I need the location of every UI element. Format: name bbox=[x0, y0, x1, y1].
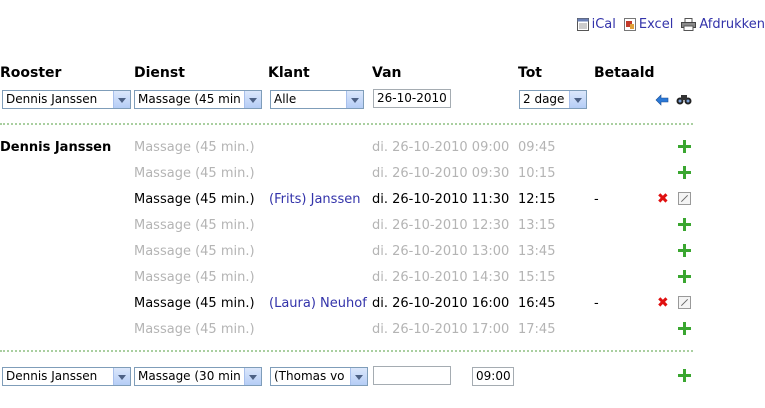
new-rooster-value: Dennis Janssen bbox=[6, 369, 98, 383]
row-klant-link[interactable]: (Laura) Neuhof bbox=[269, 296, 367, 311]
dienst-filter-value: Massage (45 min bbox=[138, 92, 241, 106]
row-van: di. 26-10-2010 17:00 bbox=[372, 322, 510, 337]
row-van: di. 26-10-2010 11:30 bbox=[372, 192, 510, 207]
table-row: Massage (45 min.) (Laura) Neuhof di. 26-… bbox=[0, 296, 700, 322]
row-van: di. 26-10-2010 16:00 bbox=[372, 296, 510, 311]
binoculars-icon[interactable] bbox=[676, 93, 692, 105]
row-dienst: Massage (45 min.) bbox=[134, 244, 255, 259]
table-row: Massage (45 min.) di. 26-10-2010 17:00 1… bbox=[0, 322, 700, 348]
chevron-down-icon bbox=[113, 91, 130, 108]
row-dienst: Massage (45 min.) bbox=[134, 192, 255, 207]
header-betaald: Betaald bbox=[594, 65, 655, 81]
calendar-icon bbox=[576, 17, 589, 31]
print-label: Afdrukken bbox=[699, 16, 765, 32]
dienst-filter-select[interactable]: Massage (45 min bbox=[134, 90, 262, 109]
add-icon[interactable] bbox=[678, 218, 691, 231]
section-divider-bottom bbox=[0, 350, 693, 352]
row-tot: 13:15 bbox=[518, 218, 556, 233]
print-link[interactable]: Afdrukken bbox=[681, 17, 765, 32]
row-van: di. 26-10-2010 12:30 bbox=[372, 218, 510, 233]
rooster-filter-value: Dennis Janssen bbox=[6, 92, 98, 106]
back-arrow-icon[interactable] bbox=[655, 92, 670, 106]
rooster-filter-select[interactable]: Dennis Janssen bbox=[2, 90, 131, 109]
row-dienst: Massage (45 min.) bbox=[134, 166, 255, 181]
add-icon[interactable] bbox=[678, 322, 691, 335]
excel-link[interactable]: Excel bbox=[623, 16, 674, 32]
delete-icon[interactable]: ✖ bbox=[657, 192, 669, 206]
excel-label: Excel bbox=[638, 16, 674, 32]
chevron-down-icon bbox=[244, 91, 261, 108]
tot-filter-select[interactable]: 2 dage bbox=[519, 90, 587, 109]
export-links: iCal Excel Afdrukken bbox=[569, 14, 765, 34]
row-klant-link[interactable]: (Frits) Janssen bbox=[269, 192, 360, 207]
add-icon[interactable] bbox=[678, 166, 691, 179]
row-dienst: Massage (45 min.) bbox=[134, 218, 255, 233]
row-dienst: Massage (45 min.) bbox=[134, 296, 255, 311]
new-van-date-input[interactable] bbox=[373, 366, 451, 385]
row-dienst: Massage (45 min.) bbox=[134, 322, 255, 337]
section-divider-top bbox=[0, 123, 693, 125]
row-van: di. 26-10-2010 13:00 bbox=[372, 244, 510, 259]
chevron-down-icon bbox=[113, 368, 130, 385]
row-tot: 12:15 bbox=[518, 192, 556, 207]
row-betaald: - bbox=[594, 296, 599, 311]
table-row: Massage (45 min.) di. 26-10-2010 12:30 1… bbox=[0, 218, 700, 244]
header-klant: Klant bbox=[268, 65, 310, 81]
header-rooster: Rooster bbox=[0, 65, 62, 81]
tot-filter-value: 2 dage bbox=[523, 92, 565, 106]
row-tot: 16:45 bbox=[518, 296, 556, 311]
chevron-down-icon bbox=[350, 368, 367, 385]
header-van: Van bbox=[372, 65, 402, 81]
table-row: Massage (45 min.) di. 26-10-2010 09:30 1… bbox=[0, 166, 700, 192]
table-row: Massage (45 min.) di. 26-10-2010 14:30 1… bbox=[0, 270, 700, 296]
klant-filter-value: Alle bbox=[274, 92, 297, 106]
chevron-down-icon bbox=[244, 368, 261, 385]
row-tot: 10:15 bbox=[518, 166, 556, 181]
add-icon[interactable] bbox=[678, 244, 691, 257]
table-row: Massage (45 min.) di. 26-10-2010 13:00 1… bbox=[0, 244, 700, 270]
new-dienst-value: Massage (30 min bbox=[138, 369, 241, 383]
add-icon[interactable] bbox=[678, 270, 691, 283]
ical-link[interactable]: iCal bbox=[576, 16, 616, 32]
add-icon[interactable] bbox=[678, 140, 691, 153]
ical-label: iCal bbox=[591, 16, 616, 32]
printer-icon bbox=[681, 17, 697, 31]
row-dienst: Massage (45 min.) bbox=[134, 270, 255, 285]
chevron-down-icon bbox=[346, 91, 363, 108]
new-klant-select[interactable]: (Thomas vo bbox=[270, 367, 368, 386]
edit-icon[interactable] bbox=[678, 296, 691, 309]
van-date-input[interactable]: 26-10-2010 bbox=[373, 89, 451, 108]
table-row: Massage (45 min.) di. 26-10-2010 09:00 0… bbox=[0, 140, 700, 166]
klant-filter-select[interactable]: Alle bbox=[270, 90, 364, 109]
row-tot: 13:45 bbox=[518, 244, 556, 259]
new-tot-time-input[interactable]: 09:00 bbox=[472, 367, 514, 386]
row-dienst: Massage (45 min.) bbox=[134, 140, 255, 155]
header-dienst: Dienst bbox=[134, 65, 185, 81]
new-klant-value: (Thomas vo bbox=[274, 369, 345, 383]
row-van: di. 26-10-2010 09:00 bbox=[372, 140, 510, 155]
row-tot: 17:45 bbox=[518, 322, 556, 337]
new-rooster-select[interactable]: Dennis Janssen bbox=[2, 367, 131, 386]
row-van: di. 26-10-2010 09:30 bbox=[372, 166, 510, 181]
row-van: di. 26-10-2010 14:30 bbox=[372, 270, 510, 285]
new-dienst-select[interactable]: Massage (30 min bbox=[134, 367, 262, 386]
delete-icon[interactable]: ✖ bbox=[657, 296, 669, 310]
edit-icon[interactable] bbox=[678, 192, 691, 205]
row-tot: 15:15 bbox=[518, 270, 556, 285]
row-betaald: - bbox=[594, 192, 599, 207]
chevron-down-icon bbox=[569, 91, 586, 108]
row-tot: 09:45 bbox=[518, 140, 556, 155]
excel-icon bbox=[623, 17, 636, 31]
table-row: Massage (45 min.) (Frits) Janssen di. 26… bbox=[0, 192, 700, 218]
add-entry-icon[interactable] bbox=[678, 369, 691, 382]
header-tot: Tot bbox=[518, 65, 543, 81]
